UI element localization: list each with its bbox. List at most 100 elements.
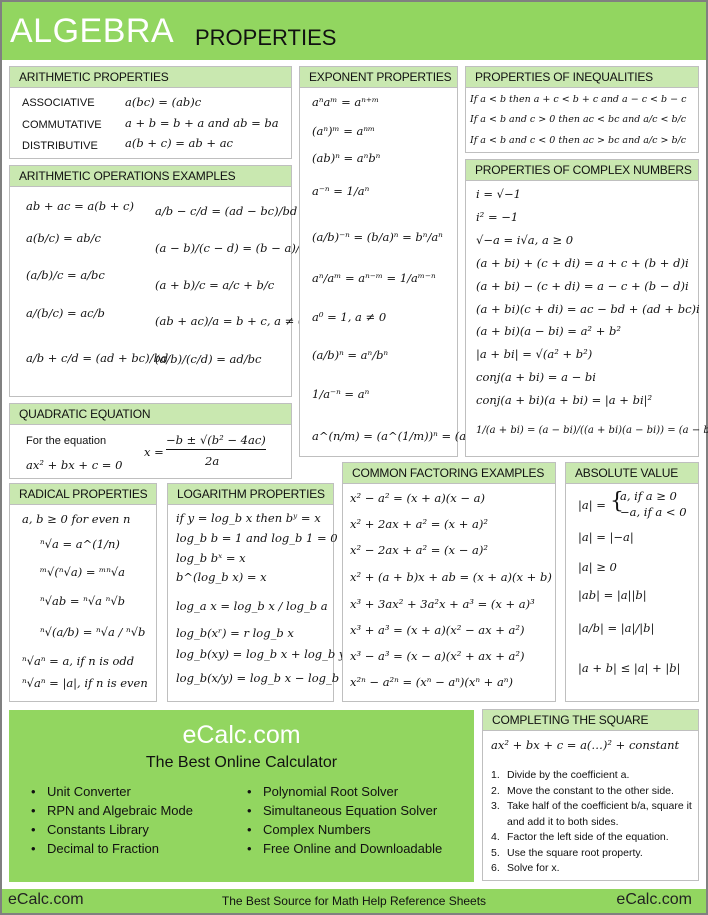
step-item: 5. Use the square root property. (491, 846, 643, 859)
radical-properties-section: RADICAL PROPERTIES a, b ≥ 0 for even n ⁿ… (9, 483, 157, 702)
formula: |a| ≥ 0 (578, 560, 617, 574)
formula: x³ + 3ax² + 3a²x + a³ = (x + a)³ (350, 597, 535, 611)
property-formula: a(bc) = (ab)c (125, 95, 202, 109)
property-label: DISTRIBUTIVE (22, 140, 98, 152)
formula: √−a = i√a, a ≥ 0 (476, 233, 574, 247)
formula: (a/b)/c = a/bc (26, 268, 105, 282)
formula: ⁿ√ab = ⁿ√a ⁿ√b (40, 594, 126, 608)
formula: (a + b)/c = a/c + b/c (155, 278, 275, 292)
formula: |ab| = |a||b| (578, 588, 647, 602)
arithmetic-properties-section: ARITHMETIC PROPERTIES ASSOCIATIVE a(bc) … (9, 66, 292, 159)
formula: a/(b/c) = ac/b (26, 306, 105, 320)
section-title: LOGARITHM PROPERTIES (168, 484, 333, 505)
footer-brand-right[interactable]: eCalc.com (616, 891, 692, 909)
step-item: 3. Take half of the coefficient b/a, squa… (491, 800, 692, 828)
step-item: 1. Divide by the coefficient a. (491, 769, 630, 781)
formula: log_b bˣ = x (176, 551, 246, 565)
section-title: ARITHMETIC PROPERTIES (10, 67, 291, 88)
quadratic-denominator: 2a (205, 454, 220, 468)
page-subtitle: PROPERTIES (195, 25, 337, 50)
quadratic-equation-section: QUADRATIC EQUATION For the equation ax² … (9, 403, 292, 479)
quadratic-numerator: −b ± √(b² − 4ac) (166, 433, 266, 450)
promo-brand[interactable]: eCalc.com (9, 721, 474, 750)
property-formula: a + b = b + a and ab = ba (125, 116, 279, 130)
formula: a⁻ⁿ = 1/aⁿ (312, 184, 370, 198)
promo-tagline: The Best Online Calculator (145, 754, 338, 771)
formula: log_b b = 1 and log_b 1 = 0 (176, 531, 338, 545)
property-label: COMMUTATIVE (22, 119, 102, 131)
formula: log_b(xy) = log_b x + log_b y (176, 647, 346, 661)
promo-features-left: Unit Converter RPN and Algebraic Mode Co… (19, 782, 193, 858)
section-title: QUADRATIC EQUATION (10, 404, 291, 425)
formula: x² − 2ax + a² = (x − a)² (350, 543, 488, 557)
step-item: 4. Factor the left side of the equation. (491, 831, 669, 843)
completing-square-formula: ax² + bx + c = a(…)² + constant (491, 738, 680, 752)
formula: aⁿaᵐ = aⁿ⁺ᵐ (312, 95, 380, 109)
footer-tagline: The Best Source for Math Help Reference … (221, 894, 487, 908)
abs-def-case: a, if a ≥ 0 (620, 489, 677, 503)
formula: i² = −1 (476, 210, 519, 224)
formula: ᵐ√(ⁿ√a) = ᵐⁿ√a (40, 565, 126, 579)
formula: ⁿ√a = a^(1/n) (40, 537, 120, 551)
formula: (a + bi)(c + di) = ac − bd + (ad + bc)i (476, 302, 700, 316)
property-formula: a(b + c) = ab + ac (125, 136, 233, 150)
page-header: ALGEBRA PROPERTIES (2, 2, 706, 60)
formula: x³ − a³ = (x − a)(x² + ax + a²) (350, 649, 525, 663)
formula: (aⁿ)ᵐ = aⁿᵐ (312, 124, 376, 138)
quadratic-text: For the equation (26, 435, 107, 447)
feature-item: Unit Converter (19, 782, 193, 801)
feature-item: RPN and Algebraic Mode (19, 801, 193, 820)
formula: If a < b and c < 0 then ac > bc and a/c … (470, 135, 687, 146)
step-item: 6. Solve for x. (491, 862, 560, 874)
formula: If a < b then a + c < b + c and a − c < … (470, 94, 687, 105)
abs-def-case: −a, if a < 0 (620, 505, 687, 519)
formula: a/b − c/d = (ad − bc)/bd (155, 204, 298, 218)
promo-features-right: Polynomial Root Solver Simultaneous Equa… (235, 782, 442, 858)
formula: log_b(xʳ) = r log_b x (176, 626, 294, 640)
page-footer: eCalc.com The Best Source for Math Help … (2, 889, 706, 913)
formula: (a/b)/(c/d) = ad/bc (155, 352, 262, 366)
formula: x³ + a³ = (x + a)(x² − ax + a²) (350, 623, 525, 637)
property-label: ASSOCIATIVE (22, 97, 95, 109)
absolute-value-section: ABSOLUTE VALUE |a| = { a, if a ≥ 0 −a, i… (565, 462, 699, 702)
section-title: EXPONENT PROPERTIES (300, 67, 457, 88)
completing-square-section: COMPLETING THE SQUARE ax² + bx + c = a(…… (482, 709, 699, 881)
formula: conj(a + bi) = a − bi (476, 370, 596, 384)
formula: |a| = |−a| (578, 530, 634, 544)
completing-square-steps: 1. Divide by the coefficient a. 2. Move th… (491, 768, 701, 877)
feature-item: Simultaneous Equation Solver (235, 801, 442, 820)
feature-item: Constants Library (19, 820, 193, 839)
formula: x²ⁿ − a²ⁿ = (xⁿ − aⁿ)(xⁿ + aⁿ) (350, 675, 513, 689)
formula: (a + bi)(a − bi) = a² + b² (476, 324, 621, 338)
formula: a⁰ = 1, a ≠ 0 (312, 310, 387, 324)
formula: 1/(a + bi) = (a − bi)/((a + bi)(a − bi))… (476, 425, 708, 436)
feature-item: Free Online and Downloadable (235, 839, 442, 858)
feature-item: Polynomial Root Solver (235, 782, 442, 801)
quadratic-equation: ax² + bx + c = 0 (26, 458, 123, 472)
formula: x² − a² = (x + a)(x − a) (350, 491, 485, 505)
radical-condition: a, b ≥ 0 for even n (22, 512, 131, 526)
formula: (a/b)ⁿ = aⁿ/bⁿ (312, 348, 389, 362)
formula: a/b + c/d = (ad + bc)/bd (26, 351, 169, 365)
exponent-properties-section: EXPONENT PROPERTIES aⁿaᵐ = aⁿ⁺ᵐ (aⁿ)ᵐ = … (299, 66, 516, 457)
formula: (a/b)⁻ⁿ = (b/a)ⁿ = bⁿ/aⁿ (312, 230, 443, 244)
feature-item: Decimal to Fraction (19, 839, 193, 858)
formula: ab + ac = a(b + c) (26, 199, 134, 213)
ecalc-promo-banner[interactable]: eCalc.com The Best Online Calculator Uni… (9, 710, 474, 882)
formula: (a + bi) − (c + di) = a − c + (b − d)i (476, 279, 689, 293)
formula: i = √−1 (476, 187, 521, 201)
formula: x² + (a + b)x + ab = (x + a)(x + b) (350, 570, 552, 584)
formula: ⁿ√(a/b) = ⁿ√a / ⁿ√b (40, 625, 146, 639)
complex-numbers-section: PROPERTIES OF COMPLEX NUMBERS i = √−1 i²… (465, 159, 708, 457)
section-title: ARITHMETIC OPERATIONS EXAMPLES (10, 166, 291, 187)
formula: b^(log_b x) = x (176, 570, 267, 584)
page-title: ALGEBRA (10, 12, 175, 50)
formula: ⁿ√aⁿ = a, if n is odd (22, 654, 135, 668)
formula: (ab)ⁿ = aⁿbⁿ (312, 151, 381, 165)
formula: |a/b| = |a|/|b| (578, 621, 655, 635)
formula: |a + b| ≤ |a| + |b| (578, 661, 681, 675)
section-title: PROPERTIES OF INEQUALITIES (466, 67, 698, 88)
formula: log_b(x/y) = log_b x − log_b y (176, 671, 350, 685)
formula: a(b/c) = ab/c (26, 231, 101, 245)
formula: (a + bi) + (c + di) = a + c + (b + d)i (476, 256, 689, 270)
